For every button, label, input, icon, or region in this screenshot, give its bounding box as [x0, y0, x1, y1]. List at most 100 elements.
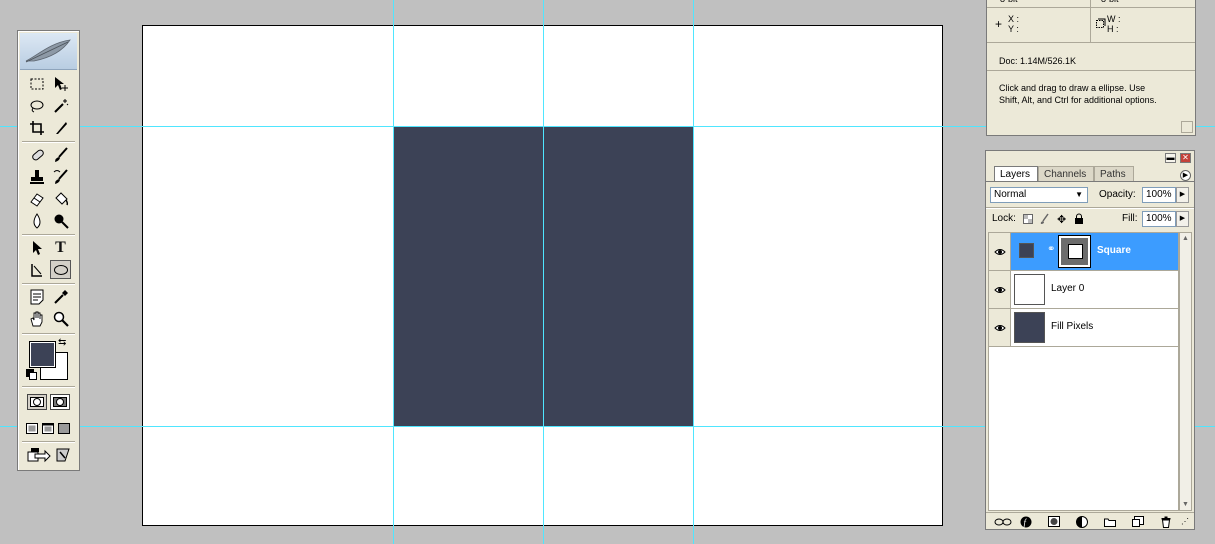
hand-icon[interactable]	[26, 309, 47, 328]
toolbox-separator	[22, 333, 75, 335]
adjustment-layer-icon[interactable]	[1076, 515, 1088, 528]
tab-channels[interactable]: Channels	[1038, 166, 1094, 181]
lock-position-icon[interactable]: ✥	[1057, 213, 1066, 226]
full-screen-menu-mode-icon[interactable]	[40, 419, 56, 438]
new-layer-icon[interactable]	[1132, 516, 1144, 527]
layer-body[interactable]: Layer 0	[1011, 271, 1178, 308]
ellipse-tool-icon[interactable]	[50, 260, 71, 279]
resize-grip-icon[interactable]: ⋰	[1180, 516, 1190, 527]
layers-panel: ▬ ✕ Layers Channels Paths ▶ Normal ▼ Opa…	[985, 150, 1195, 530]
vector-mask-thumbnail[interactable]	[1059, 236, 1090, 267]
toolbox-separator	[22, 234, 75, 236]
eraser-icon[interactable]	[26, 189, 47, 208]
scroll-down-icon[interactable]: ▼	[1182, 501, 1189, 508]
fill-color-thumbnail[interactable]	[1019, 243, 1034, 258]
info-row-coordinates: + X : Y : W : H :	[987, 8, 1195, 43]
standard-mode-button[interactable]	[27, 394, 47, 410]
delete-layer-icon[interactable]	[1160, 516, 1172, 528]
opacity-slider-button[interactable]: ▶	[1176, 187, 1189, 203]
layer-name-square[interactable]: Square	[1097, 244, 1131, 258]
guide-vertical[interactable]	[393, 0, 394, 544]
slice-icon[interactable]	[50, 118, 71, 137]
toolbox-separator	[22, 386, 75, 388]
fill-label: Fill:	[1122, 213, 1138, 224]
layers-footer: f ⋰	[986, 512, 1194, 530]
minimize-icon[interactable]: ▬	[1165, 153, 1176, 163]
type-icon[interactable]: T	[50, 238, 71, 257]
jump-to-imageready-icon[interactable]	[26, 445, 52, 464]
dimension-box-icon	[1096, 18, 1106, 31]
blur-icon[interactable]	[26, 211, 47, 230]
toolbox: T ⇆	[17, 30, 80, 471]
lasso-icon[interactable]	[26, 96, 47, 115]
opacity-input[interactable]: 100%	[1142, 187, 1176, 203]
layer-body[interactable]: Fill Pixels	[1011, 309, 1178, 346]
chain-link-icon[interactable]: ⚭	[1047, 244, 1055, 255]
layer-style-icon[interactable]: f	[1020, 516, 1032, 527]
new-group-icon[interactable]	[1104, 516, 1116, 527]
lock-transparent-icon[interactable]	[1023, 214, 1033, 227]
eyedropper-icon[interactable]	[50, 287, 71, 306]
info-bitdepth-right: 8-bit	[1101, 0, 1119, 5]
tab-layers[interactable]: Layers	[994, 166, 1038, 181]
imageready-app-icon[interactable]	[52, 445, 73, 464]
rectangular-marquee-icon[interactable]	[26, 74, 47, 93]
crop-icon[interactable]	[26, 118, 47, 137]
doc-size-text: Doc: 1.14M/526.1K	[999, 56, 1077, 66]
full-screen-mode-icon[interactable]	[56, 419, 72, 438]
layer-thumbnail[interactable]	[1014, 312, 1045, 343]
layer-thumbnail[interactable]	[1014, 274, 1045, 305]
lock-label: Lock:	[992, 213, 1016, 224]
lock-all-icon[interactable]	[1074, 213, 1084, 228]
path-selection-icon[interactable]	[26, 238, 47, 257]
layers-list: ⚭ Square Layer 0 Fill Pixels	[988, 232, 1179, 511]
default-colors-icon[interactable]	[26, 369, 37, 380]
info-row-doc: Doc: 1.14M/526.1K	[987, 43, 1195, 71]
layer-name-layer-0[interactable]: Layer 0	[1051, 282, 1084, 296]
scroll-up-icon[interactable]: ▲	[1182, 235, 1189, 242]
zoom-icon[interactable]	[50, 309, 71, 328]
quick-mask-mode-button[interactable]	[50, 394, 70, 410]
tool-hint-line1: Click and drag to draw a ellipse. Use	[999, 83, 1146, 93]
move-icon[interactable]	[50, 74, 71, 93]
layer-name-fill-pixels[interactable]: Fill Pixels	[1051, 320, 1093, 334]
fill-slider-button[interactable]: ▶	[1176, 211, 1189, 227]
eye-icon[interactable]	[989, 271, 1011, 308]
tab-paths[interactable]: Paths	[1094, 166, 1134, 181]
notes-icon[interactable]	[26, 287, 47, 306]
healing-brush-icon[interactable]	[26, 145, 47, 164]
foreground-color-swatch[interactable]	[29, 341, 56, 368]
brush-icon[interactable]	[50, 145, 71, 164]
magic-wand-icon[interactable]	[50, 96, 71, 115]
guide-vertical[interactable]	[693, 0, 694, 544]
layers-scrollbar[interactable]: ▲ ▼	[1179, 232, 1192, 511]
clone-stamp-icon[interactable]	[26, 167, 47, 186]
panel-menu-icon[interactable]: ▶	[1180, 170, 1191, 181]
standard-screen-mode-icon[interactable]	[24, 419, 40, 438]
panel-titlebar[interactable]: ▬ ✕	[986, 151, 1194, 166]
dodge-icon[interactable]	[50, 211, 71, 230]
add-mask-icon[interactable]	[1048, 516, 1060, 527]
info-row-mode: 8-bit 8-bit	[987, 0, 1195, 8]
layer-row-fill-pixels[interactable]: Fill Pixels	[989, 309, 1178, 347]
toolbox-separator	[22, 441, 75, 443]
layer-row-layer-0[interactable]: Layer 0	[989, 271, 1178, 309]
blend-mode-select[interactable]: Normal ▼	[990, 187, 1088, 203]
resize-grip-icon[interactable]	[1181, 121, 1193, 133]
layer-body[interactable]: ⚭ Square	[1011, 233, 1178, 270]
layer-row-square[interactable]: ⚭ Square	[989, 233, 1178, 271]
paint-bucket-icon[interactable]	[50, 189, 71, 208]
history-brush-icon[interactable]	[50, 167, 71, 186]
lock-image-icon[interactable]	[1040, 213, 1050, 228]
eye-icon[interactable]	[989, 309, 1011, 346]
swap-colors-icon[interactable]: ⇆	[58, 337, 66, 348]
adobe-online-feather[interactable]	[20, 33, 77, 70]
close-icon[interactable]: ✕	[1180, 153, 1191, 163]
crosshair-icon: +	[995, 17, 1003, 31]
eye-icon[interactable]	[989, 233, 1011, 270]
toolbox-separator	[22, 283, 75, 285]
guide-vertical[interactable]	[543, 0, 544, 544]
link-layers-icon[interactable]	[994, 516, 1012, 527]
pen-icon[interactable]	[26, 260, 47, 279]
fill-input[interactable]: 100%	[1142, 211, 1176, 227]
